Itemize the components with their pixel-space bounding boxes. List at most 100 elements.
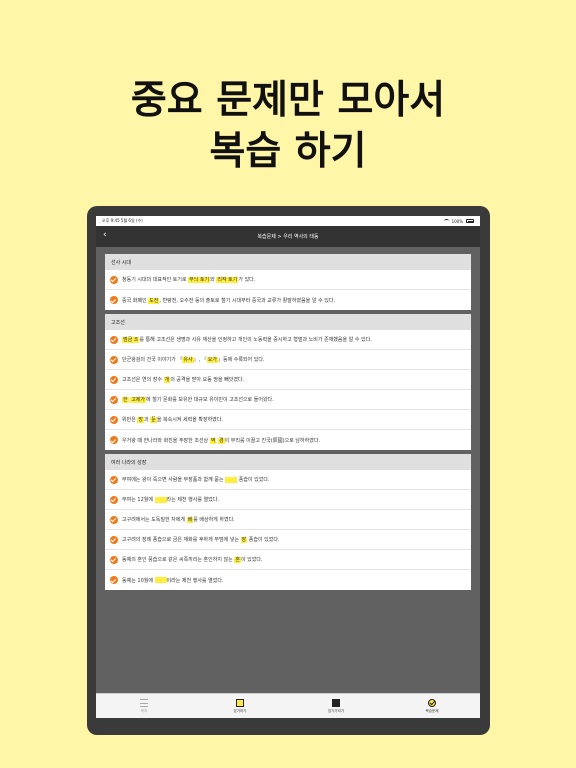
text-fragment: 에 철기 문화를 보유한 대규모 유이민이 고조선으로 들어왔다.	[146, 397, 274, 403]
nav-bar: ‹ 복습문제 > 우리 역사의 태동	[96, 226, 480, 247]
highlight-text[interactable]: 둔	[150, 417, 157, 423]
highlight-text[interactable]: 경	[217, 437, 225, 444]
text-fragment: 를 통해 고조선은 생명과 사유 재산을 인정하고 개인의 노동력을 중시하고 …	[139, 337, 372, 343]
text-fragment: 이 있었다.	[240, 557, 263, 563]
question-item[interactable]: 부여는 12월에 라는 제천 행사를 열었다.	[105, 490, 471, 510]
question-item[interactable]: 위만은 방과 둔을 복속시켜 세력을 확장하였다.	[105, 410, 471, 430]
question-text: 부여에는 왕이 죽으면 사람을 부장품과 함께 묻는 풍습이 있었다.	[122, 476, 270, 483]
status-date: 5월 6일 (수)	[120, 218, 143, 223]
text-fragment: 』, 『	[193, 357, 207, 363]
section: 고조선 범금 조를 통해 고조선은 생명과 사유 재산을 인정하고 개인의 노동력…	[105, 314, 471, 450]
checkmark-icon[interactable]	[110, 535, 118, 544]
checkmark-icon[interactable]	[110, 296, 118, 304]
checkmark-icon[interactable]	[110, 395, 118, 404]
checkmark-icon[interactable]	[110, 555, 118, 564]
question-item[interactable]: 고조선은 연의 장수 개의 공격을 받아 요동 땅을 빼앗겼다.	[105, 370, 471, 390]
question-item[interactable]: 단군왕검의 건국 이야기가 『유사』, 『요가』등에 수록되어 있다.	[105, 350, 471, 370]
text-fragment: 동예는 10월에	[122, 577, 155, 584]
text-fragment: 부여에는 왕이 죽으면 사람을 부장품과 함께 묻는	[122, 477, 226, 483]
tab-bar: 목차 암기하기 암기가리기 복습문제	[96, 693, 480, 718]
back-chevron-icon[interactable]: ‹	[103, 230, 107, 240]
question-item[interactable]: 범금 조를 통해 고조선은 생명과 사유 재산을 인정하고 개인의 노동력을 중…	[105, 330, 471, 350]
text-fragment: 을 복속시켜 세력을 확장하였다.	[156, 417, 223, 423]
checkmark-icon[interactable]	[110, 335, 118, 344]
section: 선사 시대 청동기 시대의 대표적인 토기로 무늬 토기와 리작 토기가 있다. 중…	[105, 254, 471, 310]
question-item[interactable]: 중국 화폐인 도전, 반량전, 오수전 등의 출토로 철기 시대부터 중국과 교…	[105, 290, 471, 310]
text-fragment: 우거왕 때 한나라와 화친을 주장한 조선상	[122, 437, 210, 444]
highlight-text[interactable]: 혼	[234, 557, 241, 563]
question-item[interactable]: 고구려에서는 도독질한 자에게 배를 배상하게 하였다.	[105, 510, 471, 530]
tab-label: 암기하기	[233, 708, 247, 713]
question-item[interactable]: 부여에는 왕이 죽으면 사람을 부장품과 함께 묻는 풍습이 있었다.	[105, 470, 471, 490]
question-text: 동예의 혼인 풍습으로 같은 씨족끼리는 혼인하지 않는 혼이 있었다.	[122, 556, 263, 563]
text-fragment: 이 무리를 이끌고 진국(辰國)으로 남하하였다.	[224, 437, 321, 444]
text-fragment: 이라는 제천 행사를 열었다.	[166, 577, 224, 584]
highlight-text[interactable]: 범금 조	[122, 337, 140, 343]
tab-1[interactable]: 목차	[96, 694, 192, 718]
text-fragment: 풍습이 있었다.	[237, 477, 270, 483]
text-fragment: 풍습이 있었다.	[247, 537, 280, 543]
text-fragment: 청동기 시대의 대표적인 토기로	[122, 277, 189, 283]
highlight-text[interactable]: 요가	[206, 357, 218, 363]
checkmark-icon[interactable]	[110, 355, 118, 364]
checkmark-icon[interactable]	[110, 436, 118, 444]
tab-label: 복습문제	[425, 708, 439, 713]
text-fragment: , 반량전, 오수전 등의 출토로 철기 시대부터 중국과 교류가 활발하였음을…	[159, 297, 336, 304]
checkmark-icon[interactable]	[110, 375, 118, 384]
list-icon	[140, 698, 148, 707]
tab-4[interactable]: 복습문제	[384, 694, 480, 718]
highlight-text[interactable]: 도전	[148, 297, 160, 304]
highlight-text[interactable]: 무늬 토기	[188, 277, 211, 283]
question-item[interactable]: 동예의 혼인 풍습으로 같은 씨족끼리는 혼인하지 않는 혼이 있었다.	[105, 550, 471, 570]
headline-line-1: 중요 문제만 모아서	[130, 78, 446, 123]
app-screen: 오후 9:45 5월 6일 (수) 100% ‹ 복습문제 > 우리 역사의 태…	[96, 216, 480, 718]
text-fragment: 의 공격을 받아 요동 땅을 빼앗겼다.	[170, 377, 245, 383]
status-time: 오후 9:45	[102, 218, 120, 223]
highlight-text[interactable]: 방	[137, 417, 144, 423]
question-text: 단군왕검의 건국 이야기가 『유사』, 『요가』등에 수록되어 있다.	[122, 356, 265, 363]
question-text: 동예는 10월에 이라는 제천 행사를 열었다.	[122, 577, 224, 584]
question-item[interactable]: 청동기 시대의 대표적인 토기로 무늬 토기와 리작 토기가 있다.	[105, 270, 471, 290]
highlight-text[interactable]: 고제가	[130, 397, 147, 403]
blank-highlight[interactable]	[154, 496, 167, 503]
section: 여러 나라의 성장 부여에는 왕이 죽으면 사람을 부장품과 함께 묻는 풍습이 …	[105, 454, 471, 590]
nav-title: 복습문제 > 우리 역사의 태동	[257, 234, 319, 240]
highlight-text[interactable]: 한	[122, 397, 129, 403]
question-text: 범금 조를 통해 고조선은 생명과 사유 재산을 인정하고 개인의 노동력을 중…	[122, 336, 372, 343]
text-fragment: 를 배상하게 하였다.	[193, 517, 235, 523]
checkmark-icon[interactable]	[110, 475, 118, 484]
question-text: 청동기 시대의 대표적인 토기로 무늬 토기와 리작 토기가 있다.	[122, 276, 255, 283]
cover-icon	[332, 698, 340, 707]
text-fragment: 가 있다.	[238, 277, 256, 283]
review-list[interactable]: 선사 시대 청동기 시대의 대표적인 토기로 무늬 토기와 리작 토기가 있다. 중…	[96, 247, 480, 693]
question-item[interactable]: 고구려의 장례 풍습으로 금은 재화를 후하게 무덤에 넣는 장 풍습이 있었다…	[105, 530, 471, 550]
tab-label: 암기가리기	[327, 708, 345, 713]
question-item[interactable]: 동예는 10월에 이라는 제천 행사를 열었다.	[105, 570, 471, 590]
question-text: 우거왕 때 한나라와 화친을 주장한 조선상 역 경이 무리를 이끌고 진국(辰…	[122, 437, 320, 444]
checkmark-icon[interactable]	[110, 415, 118, 424]
question-text: 부여는 12월에 라는 제천 행사를 열었다.	[122, 496, 219, 503]
checkmark-icon[interactable]	[110, 495, 118, 504]
battery-icon	[466, 219, 474, 223]
question-text: 고구려의 장례 풍습으로 금은 재화를 후하게 무덤에 넣는 장 풍습이 있었다…	[122, 536, 280, 543]
question-text: 고조선은 연의 장수 개의 공격을 받아 요동 땅을 빼앗겼다.	[122, 376, 244, 383]
checkmark-icon[interactable]	[110, 515, 118, 524]
text-fragment: 』등에 수록되어 있다.	[217, 357, 265, 363]
checkmark-icon[interactable]	[110, 576, 118, 584]
text-fragment: 고구려의 장례 풍습으로 금은 재화를 후하게 무덤에 넣는	[122, 537, 241, 543]
checkmark-icon[interactable]	[110, 275, 118, 284]
highlight-text[interactable]: 리작 토기	[216, 277, 239, 283]
highlight-text[interactable]: 유사	[182, 357, 194, 363]
text-fragment: 부여는 12월에	[122, 497, 155, 503]
tab-2[interactable]: 암기하기	[192, 694, 288, 718]
question-text: 중국 화폐인 도전, 반량전, 오수전 등의 출토로 철기 시대부터 중국과 교…	[122, 297, 335, 304]
blank-highlight[interactable]	[154, 577, 167, 583]
wifi-icon	[443, 219, 449, 223]
question-item[interactable]: 우거왕 때 한나라와 화친을 주장한 조선상 역 경이 무리를 이끌고 진국(辰…	[105, 430, 471, 450]
question-text: 위만은 방과 둔을 복속시켜 세력을 확장하였다.	[122, 416, 223, 423]
tab-label: 목차	[140, 708, 148, 713]
tab-3[interactable]: 암기가리기	[288, 694, 384, 718]
question-item[interactable]: 한 고제가에 철기 문화를 보유한 대규모 유이민이 고조선으로 들어왔다.	[105, 390, 471, 410]
blank-highlight[interactable]	[225, 476, 238, 483]
status-bar: 오후 9:45 5월 6일 (수) 100%	[96, 216, 480, 226]
